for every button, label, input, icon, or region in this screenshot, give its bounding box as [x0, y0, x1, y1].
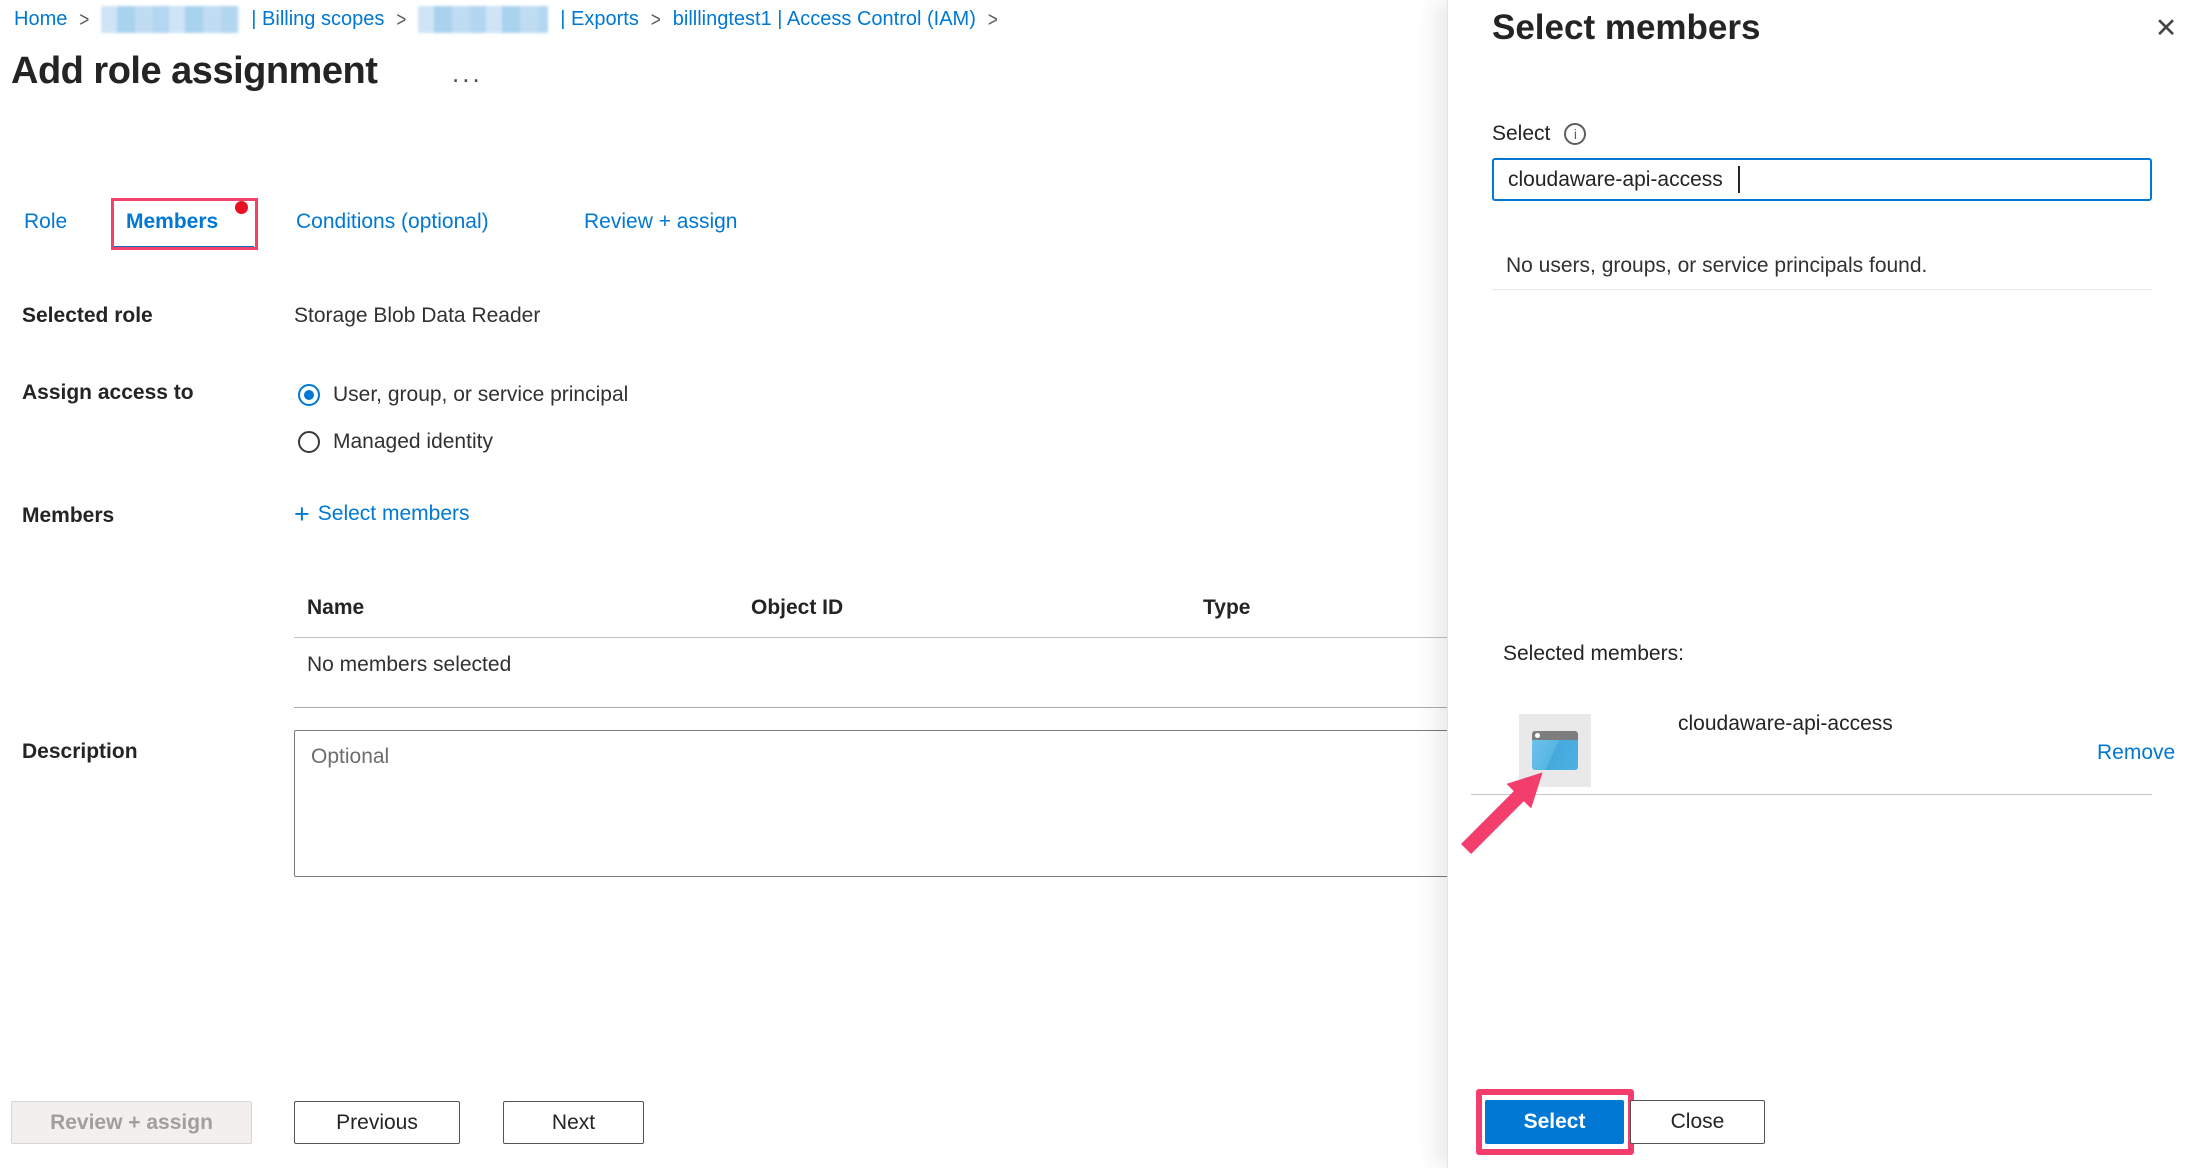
chevron-right-icon: >	[650, 7, 661, 31]
azure-portal-page: Home > | Billing scopes > | Exports > bi…	[0, 0, 2192, 1168]
next-button[interactable]: Next	[503, 1101, 644, 1144]
radio-managed-identity-label[interactable]: Managed identity	[333, 430, 493, 454]
table-row-divider	[294, 707, 1448, 708]
annotation-red-dot	[235, 201, 248, 214]
members-label: Members	[22, 504, 115, 527]
panel-select-button[interactable]: Select	[1485, 1100, 1624, 1144]
page-title: Add role assignment	[11, 50, 378, 92]
close-icon[interactable]: ✕	[2148, 10, 2184, 46]
previous-button[interactable]: Previous	[294, 1101, 460, 1144]
breadcrumb-home[interactable]: Home	[14, 8, 67, 31]
member-search-input[interactable]	[1492, 158, 2152, 201]
radio-row-managed-identity: Managed identity	[298, 430, 493, 454]
select-field-label: Select	[1492, 122, 1551, 145]
member-row-divider	[1471, 794, 2152, 795]
redacted-text	[101, 6, 240, 33]
radio-user-group-label[interactable]: User, group, or service principal	[333, 383, 628, 407]
table-empty-message: No members selected	[307, 653, 512, 676]
radio-managed-identity[interactable]	[298, 431, 320, 453]
select-members-panel: Select members ✕ Select i No users, grou…	[1447, 0, 2192, 1168]
no-results-message: No users, groups, or service principals …	[1506, 254, 1928, 277]
panel-close-button[interactable]: Close	[1630, 1100, 1765, 1144]
assign-access-label: Assign access to	[22, 381, 194, 404]
info-icon[interactable]: i	[1564, 123, 1587, 145]
breadcrumb: Home > | Billing scopes > | Exports > bi…	[14, 6, 998, 33]
breadcrumb-access-control-iam[interactable]: billlingtest1 | Access Control (IAM)	[673, 8, 976, 31]
tab-conditions[interactable]: Conditions (optional)	[296, 210, 489, 234]
select-members-link[interactable]: + Select members	[294, 499, 470, 529]
more-options-icon[interactable]: ...	[452, 58, 483, 89]
text-cursor	[1738, 166, 1740, 193]
panel-title: Select members	[1492, 8, 1761, 47]
breadcrumb-exports[interactable]: | Exports	[560, 8, 639, 31]
results-divider	[1492, 289, 2152, 290]
table-header-object-id: Object ID	[751, 596, 844, 619]
table-header-type: Type	[1203, 596, 1251, 619]
remove-member-link[interactable]: Remove	[2097, 741, 2175, 765]
radio-row-user-group: User, group, or service principal	[298, 383, 628, 407]
selected-members-label: Selected members:	[1503, 642, 1684, 665]
member-name: cloudaware-api-access	[1678, 712, 1893, 735]
selected-role-value: Storage Blob Data Reader	[294, 304, 541, 327]
chevron-right-icon: >	[79, 7, 90, 31]
selected-member-row: cloudaware-api-access Remove	[1519, 712, 2175, 788]
redacted-text	[418, 6, 549, 33]
annotation-arrow-icon	[1461, 772, 1543, 854]
review-assign-button[interactable]: Review + assign	[11, 1101, 252, 1144]
breadcrumb-billing-scopes[interactable]: | Billing scopes	[251, 8, 384, 31]
select-label-row: Select i	[1492, 122, 1587, 146]
select-members-link-label: Select members	[317, 502, 470, 525]
selected-role-label: Selected role	[22, 304, 153, 327]
plus-icon: +	[294, 499, 310, 529]
chevron-right-icon: >	[396, 7, 407, 31]
tab-role[interactable]: Role	[24, 210, 67, 234]
description-textarea[interactable]	[294, 730, 1490, 877]
table-header-divider	[294, 637, 1448, 638]
radio-user-group-selected[interactable]	[298, 384, 320, 406]
table-header-name: Name	[307, 596, 365, 619]
tab-bar: Role Members Conditions (optional) Revie…	[0, 198, 1447, 252]
chevron-right-icon: >	[987, 7, 998, 31]
tab-review-assign[interactable]: Review + assign	[584, 210, 738, 234]
description-label: Description	[22, 740, 138, 763]
